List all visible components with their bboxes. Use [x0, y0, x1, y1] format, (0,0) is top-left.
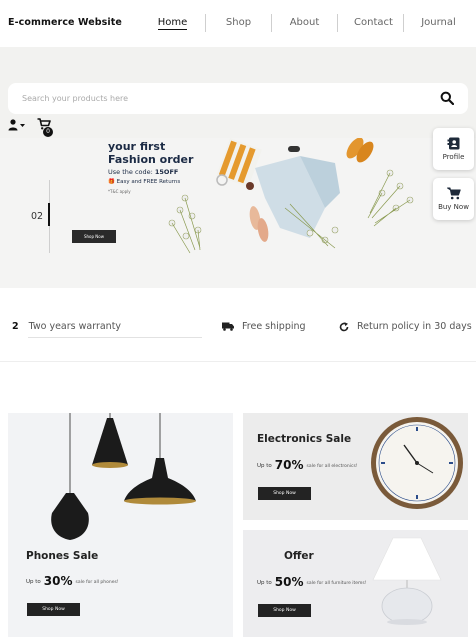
offer-shop-now-button[interactable]: Shop Now — [258, 604, 311, 617]
features-strip: 2 Two years warranty Free shipping Return… — [0, 288, 476, 362]
search-icon[interactable] — [440, 91, 454, 105]
cart-count-badge: 0 — [43, 127, 53, 137]
wall-clock-image — [371, 417, 463, 509]
divider — [28, 337, 202, 338]
buy-now-button-label: Buy Now — [438, 203, 469, 211]
hero-fashion-image — [160, 138, 420, 288]
brand-logo[interactable]: E-commerce Website — [8, 17, 122, 28]
offer-discount: Up to 50% sale for all furniture items! — [257, 575, 367, 589]
gift-icon: 🎁 — [108, 179, 115, 185]
glass-lamp-image — [372, 537, 442, 625]
nav-about[interactable]: About — [271, 14, 337, 32]
slide-indicator-active[interactable] — [48, 203, 50, 226]
profile-button-label: Profile — [442, 153, 465, 161]
electronics-sale-title: Electronics Sale — [257, 433, 352, 445]
electronics-sale-discount: Up to 70% sale for all electronics! — [257, 458, 358, 472]
hero-code-text: Use the code: 15OFF — [108, 168, 179, 176]
feature-shipping: Free shipping — [222, 321, 306, 332]
profile-button[interactable]: Profile — [433, 128, 474, 170]
nav-journal[interactable]: Journal — [403, 14, 473, 32]
slide-number: 02 — [31, 211, 44, 222]
feature-return-policy: Return policy in 30 days — [339, 321, 472, 332]
profile-icon — [447, 137, 460, 150]
pendant-lamps-image — [51, 413, 196, 540]
phones-sale-title: Phones Sale — [26, 550, 99, 562]
search-bar[interactable]: Search your products here — [8, 83, 468, 114]
hero-shop-now-button[interactable]: Shop Now — [72, 230, 116, 243]
hero-banner: your first Fashion order Use the code: 1… — [0, 138, 476, 288]
phones-sale-discount: Up to 30% sale for all phones! — [26, 574, 119, 588]
feature-warranty: 2 Two years warranty — [12, 321, 202, 338]
hero-tc-text: *T&C apply — [108, 189, 131, 194]
user-icon[interactable] — [8, 119, 26, 131]
hero-title-line2: Fashion order — [108, 153, 194, 166]
phones-sale-tile[interactable]: Phones Sale Up to 30% sale for all phones!… — [8, 413, 233, 637]
search-input[interactable]: Search your products here — [22, 94, 128, 103]
nav-home[interactable]: Home — [140, 14, 205, 32]
refresh-icon — [339, 321, 349, 331]
hero-returns-text: 🎁 Easy and FREE Returns — [108, 179, 181, 185]
offer-tile[interactable]: Offer Up to 50% sale for all furniture ite… — [243, 530, 468, 637]
offer-title: Offer — [284, 550, 314, 562]
buy-now-button[interactable]: Buy Now — [433, 178, 474, 220]
warranty-number: 2 — [12, 321, 19, 332]
electronics-sale-tile[interactable]: Electronics Sale Up to 70% sale for all el… — [243, 413, 468, 520]
phones-shop-now-button[interactable]: Shop Now — [27, 603, 80, 616]
cart-buy-icon — [446, 187, 461, 200]
truck-icon — [222, 322, 234, 331]
nav-contact[interactable]: Contact — [337, 14, 403, 32]
header: E-commerce Website Home Shop About Conta… — [0, 0, 476, 47]
electronics-shop-now-button[interactable]: Shop Now — [258, 487, 311, 500]
main-nav: Home Shop About Contact Journal — [140, 14, 473, 32]
hero-title-line1: your first — [108, 140, 166, 153]
nav-shop[interactable]: Shop — [205, 14, 271, 32]
